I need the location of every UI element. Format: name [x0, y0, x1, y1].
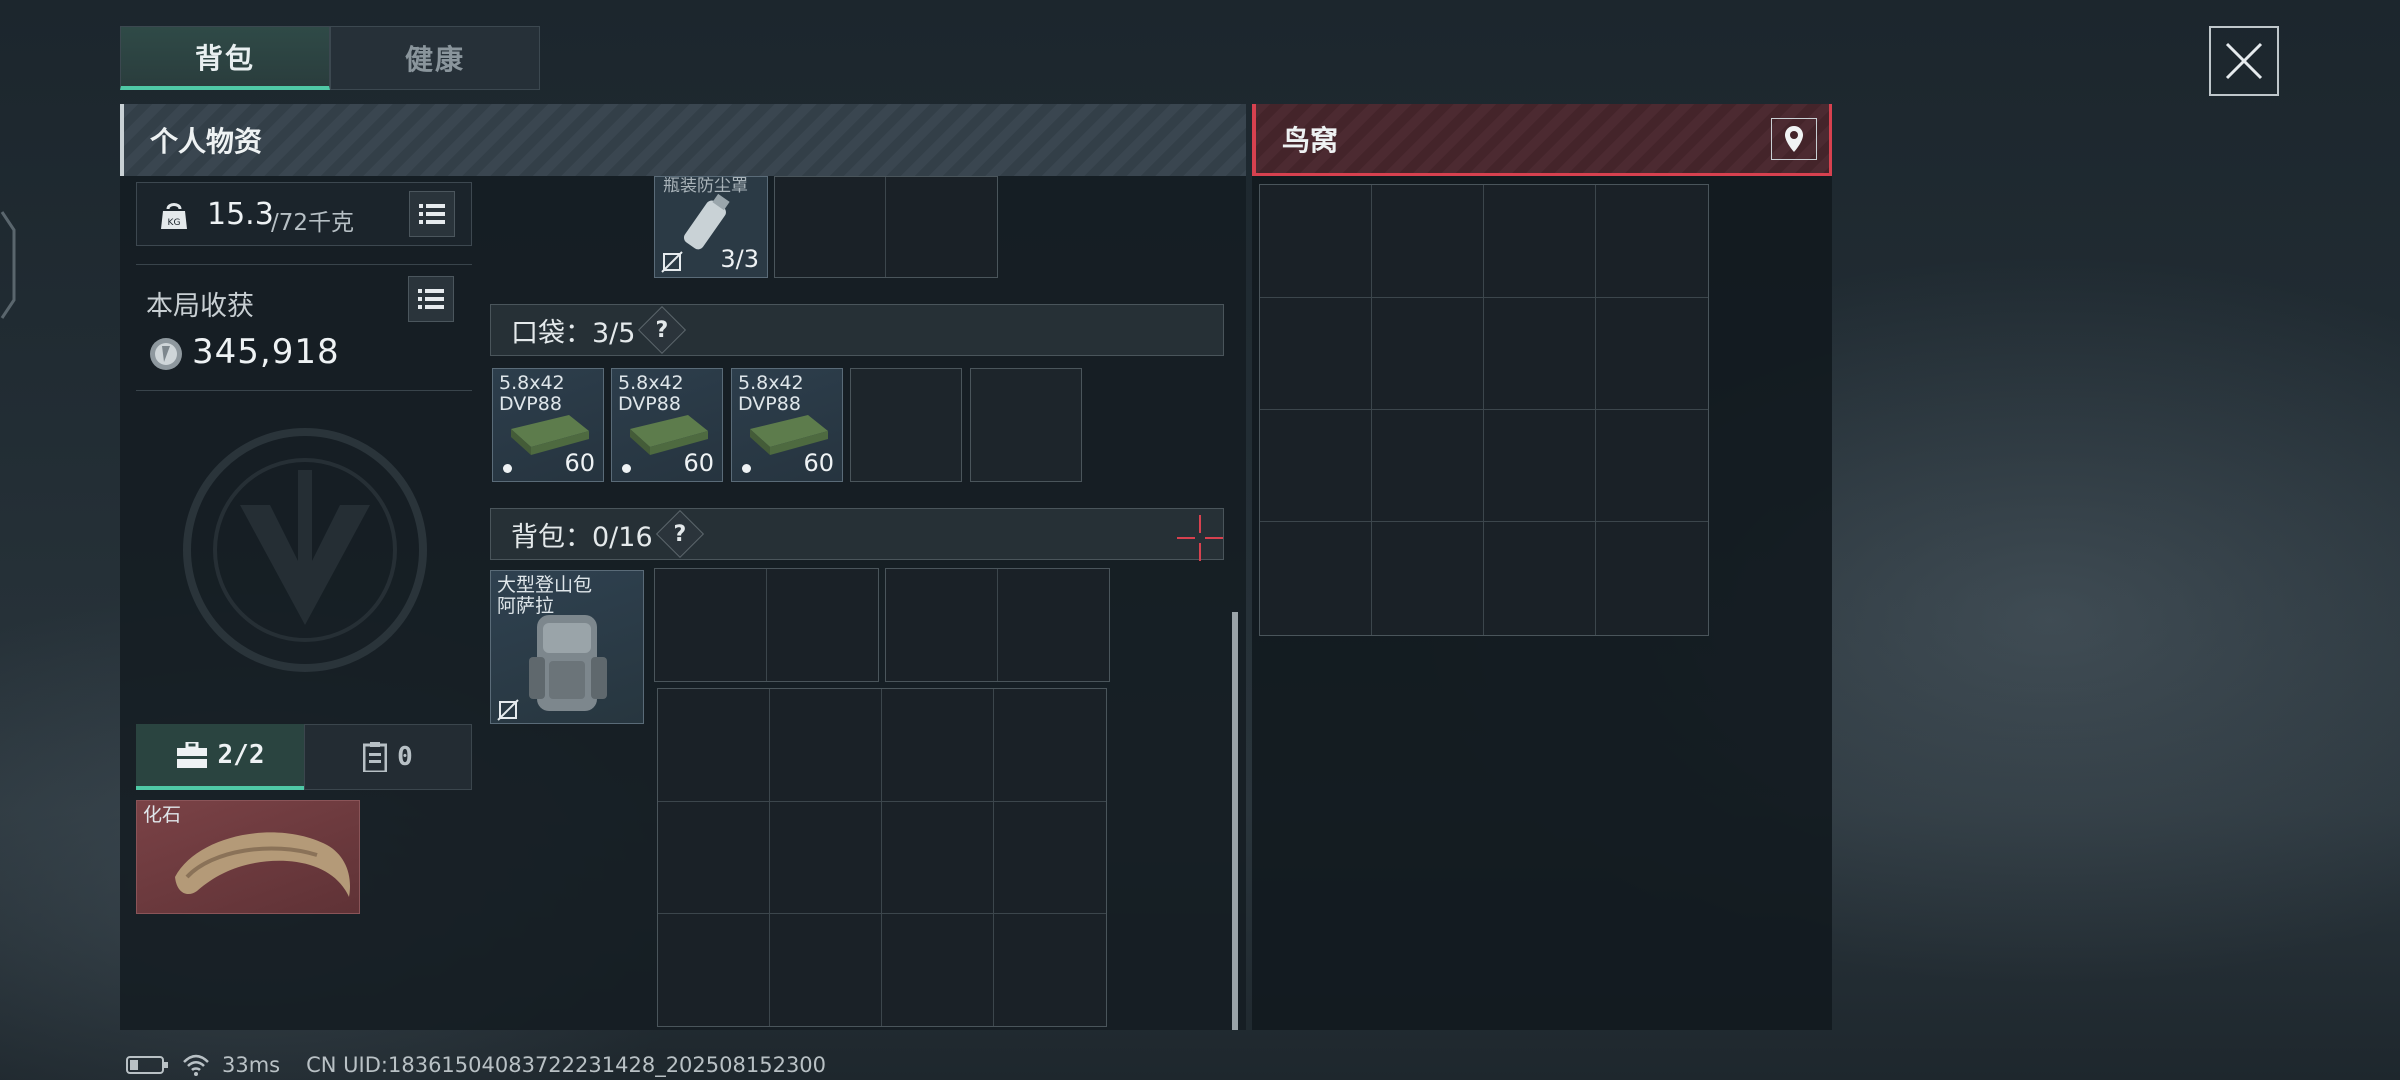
- close-icon: [2225, 42, 2263, 80]
- fossil-item[interactable]: 化石: [136, 800, 360, 914]
- backpack-help-button[interactable]: ?: [655, 509, 704, 559]
- ammo-indicator-dot: [503, 464, 512, 473]
- ammo-item[interactable]: 5.8x42 DVP88 60: [731, 368, 843, 482]
- dust-cover-item[interactable]: 瓶装防尘罩 3/3: [654, 176, 768, 278]
- battery-icon: [126, 1056, 168, 1074]
- harvest-list-button[interactable]: [408, 276, 454, 322]
- dust-cover-count: 3/3: [720, 245, 759, 273]
- pocket-empty-slot[interactable]: [850, 368, 962, 482]
- divider: [136, 390, 472, 391]
- container-slot-grid[interactable]: [774, 176, 998, 278]
- sort-list-button[interactable]: [409, 191, 455, 237]
- list-icon: [419, 204, 445, 224]
- pocket-help-button[interactable]: ?: [638, 305, 687, 355]
- harvest-value: 345,918: [192, 332, 340, 372]
- backpack-label: 背包：0/16: [511, 521, 653, 553]
- nest-storage-grid[interactable]: [1259, 184, 1709, 636]
- location-button[interactable]: [1771, 118, 1817, 160]
- uid-text: CN UID:18361504083722231428_202508152300: [306, 1053, 827, 1077]
- toolbox-count: 2/2: [217, 740, 265, 770]
- ping-value: 33ms: [222, 1053, 281, 1077]
- weight-value: 15.3: [207, 197, 274, 232]
- ammo-caliber: 5.8x42: [618, 372, 684, 394]
- tab-backpack[interactable]: 背包: [120, 26, 330, 90]
- ammo-indicator-dot: [742, 464, 751, 473]
- no-insure-icon: [497, 699, 519, 721]
- backpack-header: 背包：0/16 ?: [490, 508, 1224, 561]
- pocket-header: 口袋：3/5 ?: [490, 304, 1224, 356]
- clipboard-icon: [363, 742, 388, 772]
- backpack-icon: [529, 615, 607, 711]
- ammo-item[interactable]: 5.8x42 DVP88 60: [611, 368, 723, 482]
- faction-emblem-watermark: [183, 428, 427, 672]
- svg-text:KG: KG: [168, 218, 181, 228]
- ammo-caliber: 5.8x42: [738, 372, 804, 394]
- backpack-name: 大型登山包: [497, 574, 593, 596]
- no-insure-icon: [661, 251, 683, 273]
- backpack-slot-grid[interactable]: [654, 568, 879, 682]
- ammo-caliber: 5.8x42: [499, 372, 565, 394]
- personal-panel-header: 个人物资: [120, 104, 1246, 176]
- ammo-indicator-dot: [622, 464, 631, 473]
- divider: [136, 264, 472, 265]
- nest-panel-header: 鸟窝: [1252, 104, 1832, 176]
- tab-toolbox[interactable]: 2/2: [136, 724, 304, 790]
- tab-clipboard[interactable]: 0: [304, 724, 472, 790]
- backpack-equipped-item[interactable]: 大型登山包 阿萨拉: [490, 570, 644, 724]
- list-icon: [418, 289, 444, 309]
- close-button[interactable]: [2209, 26, 2279, 96]
- backpack-slot-grid[interactable]: [885, 568, 1110, 682]
- weight-icon: KG: [161, 203, 187, 229]
- ammo-count: 60: [683, 449, 714, 477]
- harvest-label: 本局收获: [146, 291, 254, 322]
- weight-max: /72千克: [271, 210, 355, 236]
- crosshair-icon: [1177, 515, 1223, 561]
- coin-icon: [150, 338, 182, 370]
- wifi-icon: [183, 1054, 209, 1076]
- ammo-count: 60: [564, 449, 595, 477]
- ammo-count: 60: [803, 449, 834, 477]
- scrollbar[interactable]: [1232, 612, 1238, 1030]
- side-bracket-decoration: [0, 211, 16, 319]
- backpack-main-grid[interactable]: [657, 688, 1107, 1027]
- pocket-empty-slot[interactable]: [970, 368, 1082, 482]
- nest-panel-title: 鸟窝: [1282, 123, 1339, 157]
- status-bar: 33ms CN UID:18361504083722231428_2025081…: [126, 1052, 826, 1078]
- fossil-claw-icon: [175, 832, 351, 897]
- ammo-item[interactable]: 5.8x42 DVP88 60: [492, 368, 604, 482]
- tab-health[interactable]: 健康: [330, 26, 540, 90]
- clipboard-count: 0: [397, 742, 413, 772]
- location-pin-icon: [1785, 126, 1803, 152]
- toolbox-icon: [176, 742, 207, 768]
- pocket-label: 口袋：3/5: [511, 317, 636, 349]
- weight-display: KG 15.3 /72千克: [136, 182, 472, 246]
- personal-panel-title: 个人物资: [150, 125, 263, 158]
